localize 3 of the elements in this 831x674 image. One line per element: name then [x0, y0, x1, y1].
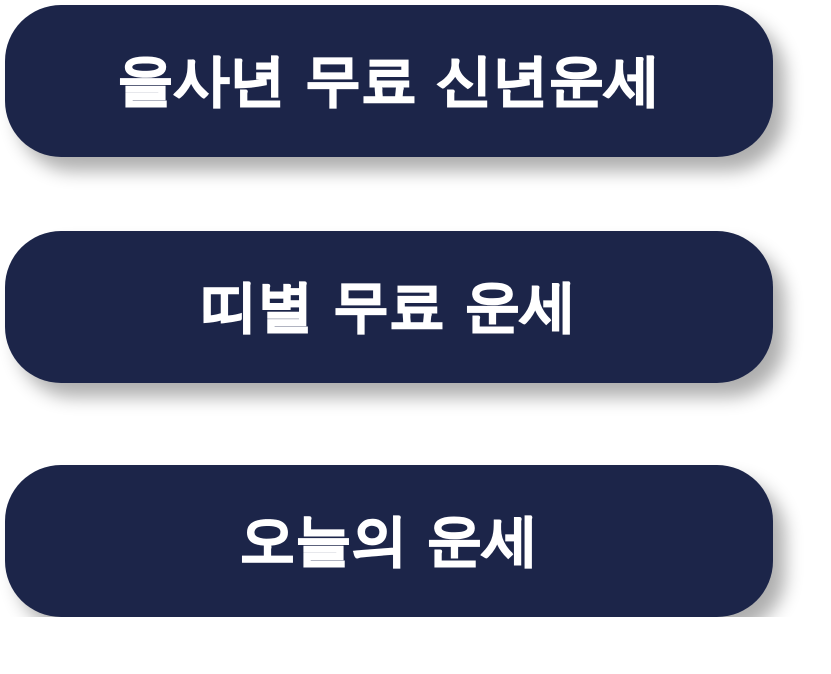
- fortune-button[interactable]: 띠별 무료 운세: [5, 231, 773, 383]
- fortune-button[interactable]: 을사년 무료 신년운세: [5, 5, 773, 157]
- fortune-button[interactable]: 오늘의 운세: [5, 465, 773, 617]
